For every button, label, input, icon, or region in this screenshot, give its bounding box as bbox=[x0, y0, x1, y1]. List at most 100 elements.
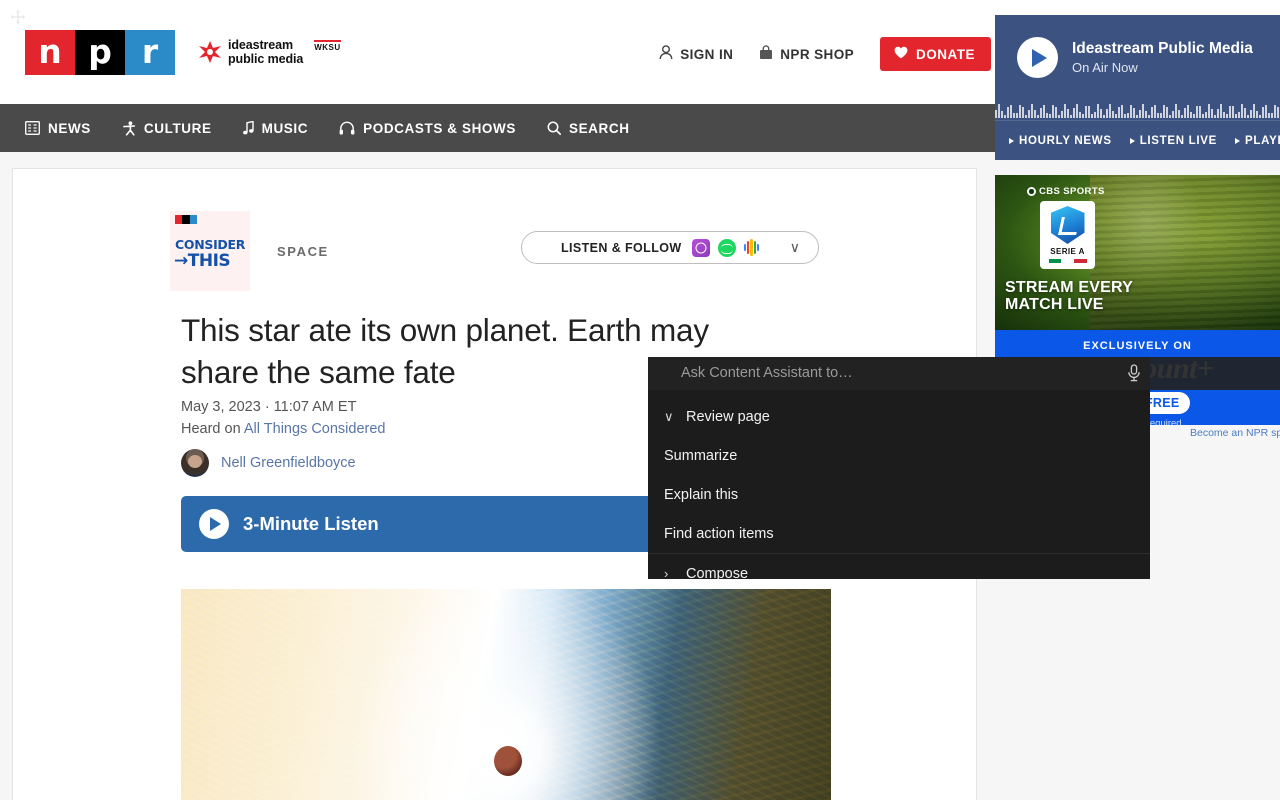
listen-and-follow-button[interactable]: LISTEN & FOLLOW ∨ bbox=[521, 231, 819, 264]
play-icon[interactable] bbox=[199, 509, 229, 539]
listen-duration-label: 3-Minute Listen bbox=[243, 513, 379, 535]
utility-nav: SIGN IN NPR SHOP DONATE bbox=[659, 37, 991, 71]
italy-flag-icon bbox=[1049, 259, 1087, 263]
serie-a-shield-icon bbox=[1051, 206, 1085, 244]
menu-item-review-page[interactable]: ∨ Review page bbox=[648, 398, 1150, 436]
sign-in-button[interactable]: SIGN IN bbox=[659, 45, 733, 63]
artwork-npr-logo-icon bbox=[175, 215, 197, 224]
nav-label-music: MUSIC bbox=[262, 121, 309, 136]
hero-planet bbox=[494, 746, 522, 776]
radio-link-hourly-news[interactable]: HOURLY NEWS bbox=[1009, 135, 1112, 147]
npr-logo-letter-r: r bbox=[125, 30, 175, 75]
cbs-sports-logo: CBS SPORTS bbox=[1027, 186, 1105, 197]
menu-label-find-action-items: Find action items bbox=[664, 526, 774, 542]
ad-tagline-line1: STREAM EVERY bbox=[1005, 279, 1135, 296]
google-podcasts-icon[interactable] bbox=[744, 239, 762, 257]
wksu-badge: WKSU bbox=[314, 40, 340, 52]
npr-shop-label: NPR SHOP bbox=[780, 47, 854, 62]
avatar bbox=[181, 449, 209, 477]
search-icon bbox=[547, 121, 561, 135]
radio-link-listen-live[interactable]: LISTEN LIVE bbox=[1130, 135, 1217, 147]
become-sponsor-link[interactable]: Become an NPR sponsor bbox=[1190, 427, 1280, 439]
ad-tagline: STREAM EVERY MATCH LIVE bbox=[1005, 279, 1135, 313]
menu-label-explain-this: Explain this bbox=[664, 487, 738, 503]
menu-item-summarize[interactable]: Summarize bbox=[648, 436, 1150, 475]
menu-label-compose: Compose bbox=[686, 566, 748, 582]
podcast-header-row: CONSIDER →THIS SPACE bbox=[170, 211, 329, 291]
move-handle-icon[interactable] bbox=[10, 9, 26, 25]
nav-item-music[interactable]: MUSIC bbox=[243, 121, 309, 136]
heard-on-program-link[interactable]: All Things Considered bbox=[244, 421, 386, 437]
radio-quick-links: HOURLY NEWS LISTEN LIVE PLAYLIST bbox=[995, 120, 1280, 160]
sign-in-label: SIGN IN bbox=[680, 47, 733, 62]
radio-play-button[interactable] bbox=[1017, 37, 1058, 78]
artwork-line2: →THIS bbox=[174, 251, 230, 271]
newspaper-icon bbox=[25, 121, 40, 135]
hero-light-rays bbox=[480, 736, 779, 800]
cbs-eye-icon bbox=[1027, 187, 1036, 196]
listen-follow-label: LISTEN & FOLLOW bbox=[561, 241, 682, 255]
nav-label-podcasts-shows: PODCASTS & SHOWS bbox=[363, 121, 516, 136]
audio-waveform-icon bbox=[995, 100, 1280, 118]
content-assistant-placeholder[interactable]: Ask Content Assistant to… bbox=[681, 365, 853, 381]
podcast-platform-icons bbox=[692, 239, 762, 257]
ideastream-name-line2: public media bbox=[228, 52, 303, 66]
ad-tagline-line2: MATCH LIVE bbox=[1005, 296, 1135, 313]
article-timestamp: May 3, 2023 · 11:07 AM ET bbox=[181, 399, 356, 415]
artwork-line1: CONSIDER bbox=[175, 237, 245, 252]
radio-link-playlist[interactable]: PLAYLIST bbox=[1235, 135, 1280, 147]
nav-item-news[interactable]: NEWS bbox=[25, 121, 91, 136]
listen-bar-left: 3-Minute Listen bbox=[199, 509, 379, 539]
menu-top-spacer bbox=[648, 390, 1150, 398]
nav-label-search: SEARCH bbox=[569, 121, 630, 136]
nav-item-search[interactable]: SEARCH bbox=[547, 121, 630, 136]
content-assistant-menu: ∨ Review page Summarize Explain this Fin… bbox=[648, 390, 1150, 579]
radio-station-name: Ideastream Public Media bbox=[1072, 40, 1253, 58]
nav-item-podcasts-shows[interactable]: PODCASTS & SHOWS bbox=[339, 121, 516, 136]
microphone-icon[interactable] bbox=[1126, 364, 1142, 382]
donate-label: DONATE bbox=[916, 47, 975, 62]
partner-logo-ideastream[interactable]: ideastream public media WKSU bbox=[199, 38, 341, 66]
npr-shop-button[interactable]: NPR SHOP bbox=[759, 45, 854, 63]
npr-article-page: n p r ideastream public media WKSU bbox=[0, 0, 1280, 800]
author-link[interactable]: Nell Greenfieldboyce bbox=[221, 455, 356, 471]
menu-label-review-page: Review page bbox=[686, 409, 770, 425]
ideastream-name-line1: ideastream bbox=[228, 38, 303, 52]
byline: Nell Greenfieldboyce bbox=[181, 449, 356, 477]
music-note-icon bbox=[243, 121, 254, 135]
ad-image-area: CBS SPORTS SERIE A STREAM EVERY MATCH LI… bbox=[995, 175, 1280, 330]
heard-on-line: Heard on All Things Considered bbox=[181, 421, 385, 437]
npr-logo-letter-n: n bbox=[25, 30, 75, 75]
user-icon bbox=[659, 45, 673, 63]
heart-icon bbox=[894, 46, 908, 62]
heard-on-prefix: Heard on bbox=[181, 421, 244, 437]
article-hero-image bbox=[181, 589, 831, 800]
article-kicker[interactable]: SPACE bbox=[277, 244, 329, 259]
bag-icon bbox=[759, 45, 773, 63]
apple-podcasts-icon[interactable] bbox=[692, 239, 710, 257]
ad-exclusive-label: EXCLUSIVELY ON bbox=[995, 340, 1280, 352]
donate-button[interactable]: DONATE bbox=[880, 37, 991, 71]
radio-player-top: Ideastream Public Media On Air Now bbox=[995, 15, 1280, 78]
person-icon bbox=[122, 121, 136, 136]
menu-label-summarize: Summarize bbox=[664, 448, 737, 464]
menu-item-find-action-items[interactable]: Find action items bbox=[648, 514, 1150, 553]
ad-brand-label: CBS SPORTS bbox=[1039, 186, 1105, 197]
nav-label-news: NEWS bbox=[48, 121, 91, 136]
radio-status: On Air Now bbox=[1072, 60, 1253, 75]
nav-label-culture: CULTURE bbox=[144, 121, 212, 136]
nav-item-culture[interactable]: CULTURE bbox=[122, 121, 212, 136]
consider-this-artwork[interactable]: CONSIDER →THIS bbox=[170, 211, 250, 291]
menu-item-compose[interactable]: › Compose bbox=[648, 554, 1150, 593]
npr-logo[interactable]: n p r bbox=[25, 30, 175, 75]
headphones-icon bbox=[339, 121, 355, 135]
chevron-down-icon: ∨ bbox=[664, 409, 686, 425]
chevron-right-icon: › bbox=[664, 566, 686, 581]
menu-item-explain-this[interactable]: Explain this bbox=[648, 475, 1150, 514]
radio-player-widget: Ideastream Public Media On Air Now HOURL… bbox=[995, 15, 1280, 160]
ad-league-label: SERIE A bbox=[1050, 247, 1085, 256]
serie-a-badge: SERIE A bbox=[1040, 201, 1095, 269]
spotify-icon[interactable] bbox=[718, 239, 736, 257]
ideastream-mark-icon bbox=[199, 41, 221, 63]
chevron-down-icon[interactable]: ∨ bbox=[790, 239, 800, 256]
